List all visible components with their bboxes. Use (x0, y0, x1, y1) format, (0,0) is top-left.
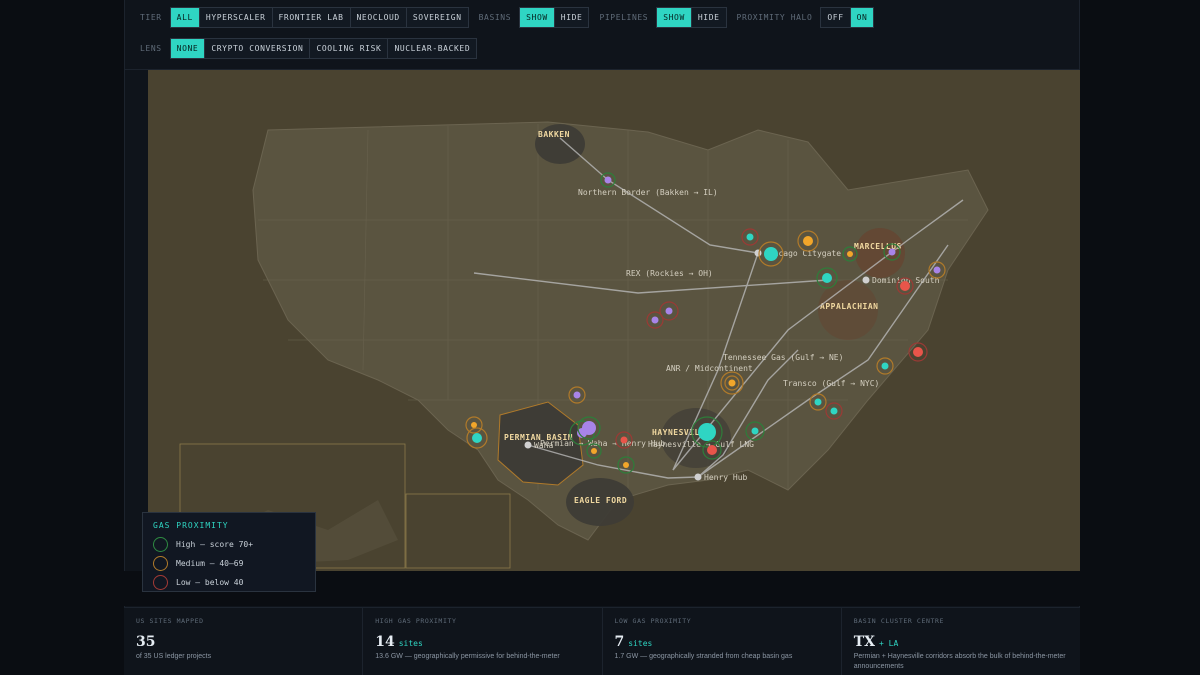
inset-frame-hawaii (405, 493, 511, 569)
stat-note: of 35 US ledger projects (136, 653, 212, 660)
tier-all-button[interactable]: ALL (170, 8, 200, 27)
stat-note: Permian + Haynesville corridors absorb t… (853, 653, 1066, 670)
stat-unit: + LA (879, 639, 899, 648)
basins-toggle-group: SHOW HIDE (519, 7, 590, 28)
basins-show-button[interactable]: SHOW (520, 8, 555, 27)
tier-sovereign-button[interactable]: SOVEREIGN (406, 8, 468, 27)
map-canvas: BAKKEN MARCELLUS APPALACHIAN PERMIAN BAS… (179, 121, 989, 569)
basins-hide-button[interactable]: HIDE (554, 8, 589, 27)
stat-label: BASIN CLUSTER CENTRE (853, 617, 945, 625)
stat-label: HIGH GAS PROXIMITY (375, 617, 457, 625)
stats-bar: US SITES MAPPED 35 of 35 US ledger proje… (124, 607, 1080, 675)
stat-note: 13.6 GW — geographically permissive for … (375, 653, 560, 660)
stat-card-low-proximity: LOW GAS PROXIMITY 7 sites 1.7 GW — geogra… (602, 608, 842, 675)
legend-item-high: High — score 70+ (153, 537, 305, 552)
stat-note: 1.7 GW — geographically stranded from ch… (614, 653, 793, 660)
lens-none-button[interactable]: NONE (170, 39, 206, 58)
stat-label: US SITES MAPPED (136, 617, 204, 625)
halo-toggle-group: OFF ON (820, 7, 875, 28)
gas-proximity-legend: GAS PROXIMITY High — score 70+ Medium — … (142, 512, 316, 592)
hub-waha-marker[interactable] (524, 441, 532, 449)
pipeline-label-rex: REX (Rockies → OH) (626, 269, 713, 278)
pipeline-label-northern-border: Northern Border (Bakken → IL) (578, 188, 718, 197)
basin-label-appalachian: APPALACHIAN (820, 302, 878, 311)
us-gas-map[interactable]: BAKKEN MARCELLUS APPALACHIAN PERMIAN BAS… (148, 70, 1080, 571)
stat-value: 35 (136, 634, 156, 650)
halo-off-button[interactable]: OFF (821, 8, 851, 27)
legend-ring-medium (153, 556, 168, 571)
legend-ring-low (153, 575, 168, 590)
lens-filter-group: NONE CRYPTO CONVERSION COOLING RISK NUCL… (169, 38, 478, 59)
legend-item-low: Low — below 40 (153, 575, 305, 590)
stat-value: TX (853, 634, 876, 650)
pipelines-show-button[interactable]: SHOW (657, 8, 692, 27)
stat-value: 14 (375, 634, 395, 650)
stat-card-basin-cluster: BASIN CLUSTER CENTRE TX + LA Permian + Ha… (841, 608, 1080, 675)
stat-unit: sites (628, 639, 653, 648)
stat-label: LOW GAS PROXIMITY (614, 617, 692, 625)
legend-title: GAS PROXIMITY (153, 521, 229, 530)
hub-chicago-marker[interactable] (754, 249, 762, 257)
basin-label-eagle-ford: EAGLE FORD (574, 496, 627, 505)
legend-label-low: Low — below 40 (176, 578, 244, 587)
proximity-halo-label: PROXIMITY HALO (736, 13, 813, 22)
pipeline-label-haynesville-lng: Haynesville → Gulf LNG (648, 440, 754, 449)
pipeline-label-anr: ANR / Midcontinent (666, 364, 753, 373)
hub-henry-marker[interactable] (694, 473, 702, 481)
lens-nuclear-backed-button[interactable]: NUCLEAR-BACKED (388, 39, 477, 58)
hub-label-waha: Waha (534, 441, 553, 450)
stat-card-high-proximity: HIGH GAS PROXIMITY 14 sites 13.6 GW — geo… (363, 608, 603, 675)
hub-label-henry: Henry Hub (704, 473, 748, 482)
tier-hyperscaler-button[interactable]: HYPERSCALER (199, 8, 273, 27)
basins-label: BASINS (478, 13, 512, 22)
pipelines-toggle-group: SHOW HIDE (656, 7, 727, 28)
basin-marcellus-shape[interactable] (855, 228, 905, 278)
halo-on-button[interactable]: ON (850, 8, 874, 27)
lens-cooling-risk-button[interactable]: COOLING RISK (310, 39, 389, 58)
site-marker[interactable] (908, 342, 928, 362)
tier-label: TIER (140, 13, 162, 22)
legend-label-medium: Medium — 40–69 (176, 559, 244, 568)
pipelines-label: PIPELINES (599, 13, 649, 22)
legend-item-medium: Medium — 40–69 (153, 556, 305, 571)
toolbar-row-lens: LENS NONE CRYPTO CONVERSION COOLING RISK… (140, 38, 487, 59)
pipelines-hide-button[interactable]: HIDE (691, 8, 726, 27)
legend-ring-high (153, 537, 168, 552)
pipeline-label-permian-waha: Permian → Waha → Henry Hub (540, 439, 665, 448)
toolbar-row-filters: TIER ALL HYPERSCALER FRONTIER LAB NEOCLO… (140, 7, 884, 28)
stat-unit: sites (398, 639, 423, 648)
legend-label-high: High — score 70+ (176, 540, 254, 549)
tier-frontier-lab-button[interactable]: FRONTIER LAB (272, 8, 351, 27)
stat-value: 7 (614, 634, 625, 650)
lens-crypto-conversion-button[interactable]: CRYPTO CONVERSION (205, 39, 311, 58)
stat-card-sites-mapped: US SITES MAPPED 35 of 35 US ledger proje… (124, 608, 364, 675)
pipeline-label-transco: Transco (Gulf → NYC) (783, 379, 879, 388)
tier-neocloud-button[interactable]: NEOCLOUD (350, 8, 407, 27)
lens-label: LENS (140, 44, 162, 53)
us-landmass (252, 121, 989, 541)
basin-label-bakken: BAKKEN (538, 130, 570, 139)
pipeline-label-tennessee: Tennessee Gas (Gulf → NE) (723, 353, 843, 362)
hub-dominion-marker[interactable] (862, 276, 870, 284)
tier-filter-group: ALL HYPERSCALER FRONTIER LAB NEOCLOUD SO… (169, 7, 469, 28)
